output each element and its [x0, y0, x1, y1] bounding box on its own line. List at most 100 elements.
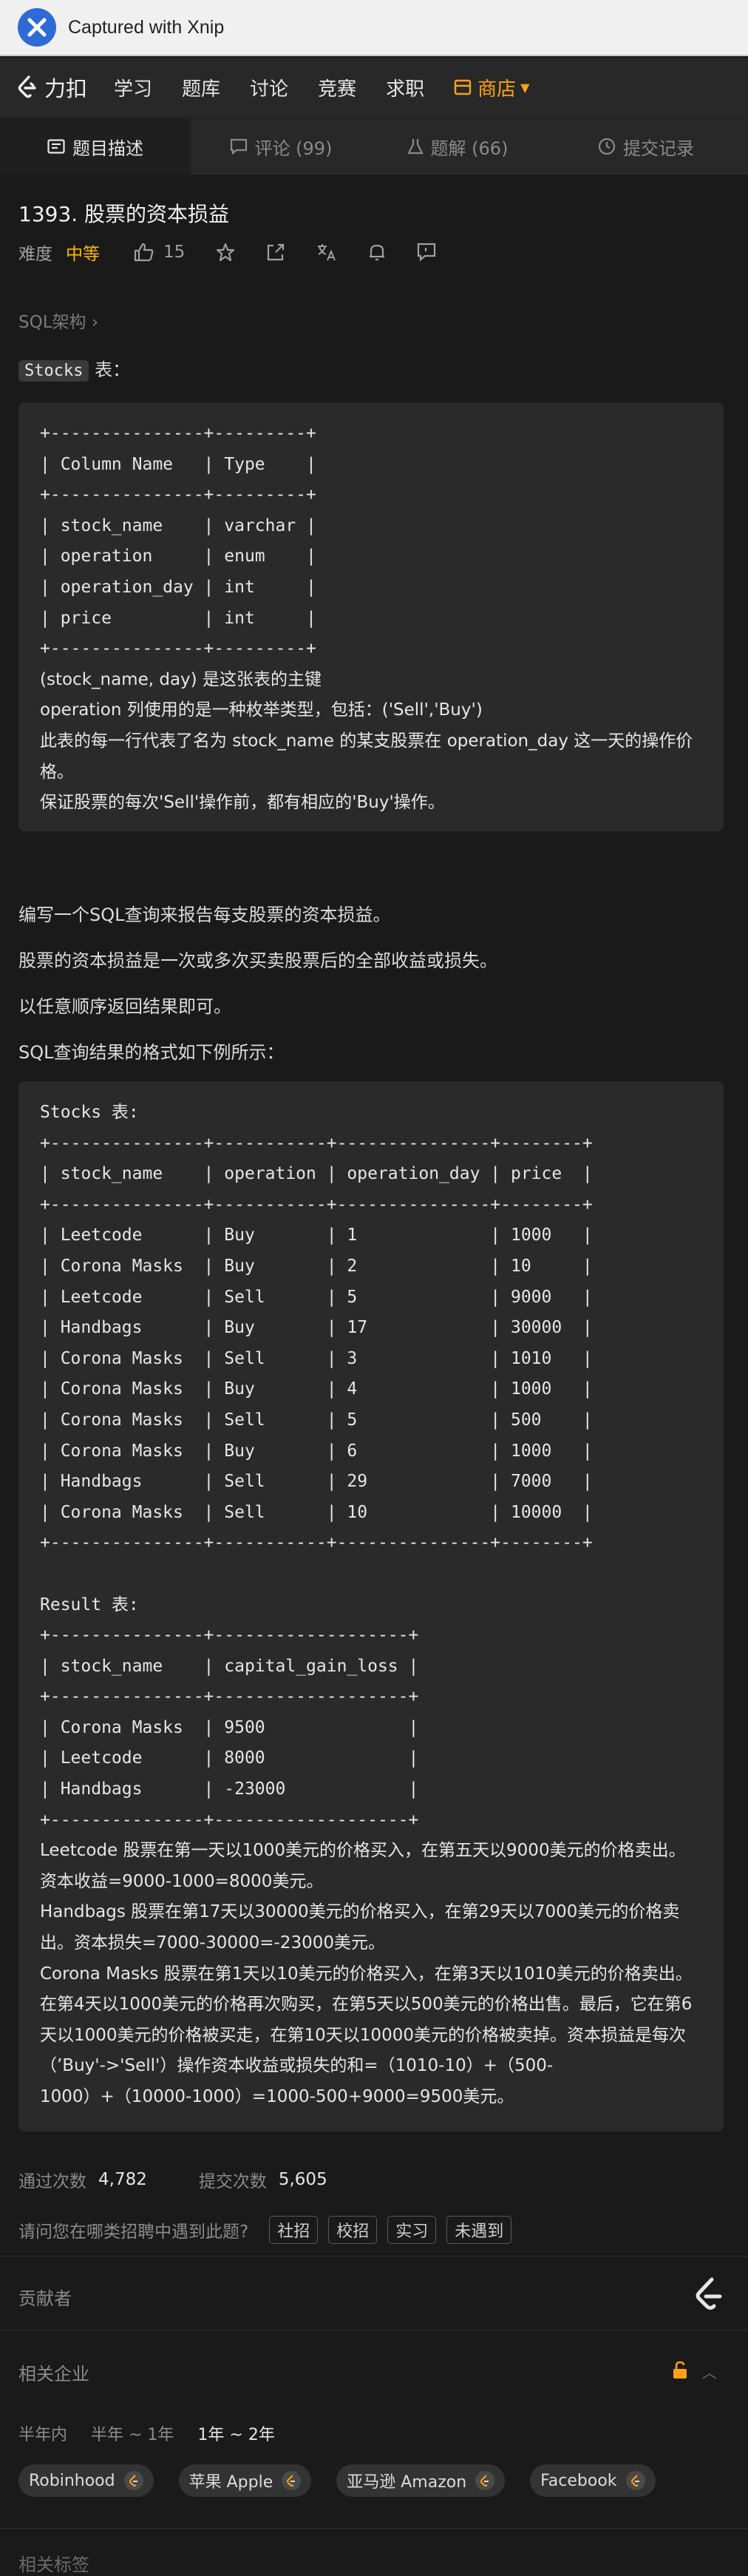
leetcode-small-icon	[123, 2471, 143, 2490]
tab-label: 提交记录	[623, 138, 694, 159]
problem-tabs: 题目描述 评论 (99) 题解 (66) 提交记录	[0, 117, 748, 175]
problem-title: 1393. 股票的资本损益	[18, 202, 230, 226]
table-intro-suffix: 表：	[89, 359, 131, 380]
problem-stats: 通过次数 4,782 提交次数 5,605	[18, 2167, 327, 2192]
example-note: Corona Masks 股票在第1天以10美元的价格买入，在第3天以1010美…	[40, 1964, 693, 2106]
breadcrumb[interactable]: SQL架构 ›	[18, 308, 98, 333]
contributor-avatar[interactable]	[692, 2276, 726, 2318]
example-note: Handbags 股票在第17天以30000美元的价格买入，在第29天以7000…	[40, 1902, 680, 1953]
tab-label: 题目描述	[72, 138, 143, 159]
like-count: 15	[163, 243, 186, 262]
tags-label: 相关标签	[18, 2555, 89, 2575]
description-icon	[47, 139, 65, 154]
divider	[0, 2528, 748, 2529]
xnip-logo-icon	[18, 8, 56, 47]
flask-icon	[407, 138, 424, 155]
company-list: Robinhood 苹果 Apple 亚马逊 Amazon Facebook	[18, 2464, 681, 2497]
window-titlebar: Captured with Xnip	[0, 0, 748, 56]
description-paragraph: 以任意顺序返回结果即可。	[18, 996, 231, 1017]
description-paragraph: SQL查询结果的格式如下例所示：	[18, 1042, 285, 1063]
brand-name: 力扣	[44, 76, 88, 101]
translate-button[interactable]	[316, 243, 337, 262]
chevron-down-icon: ▼	[520, 80, 530, 95]
period-filter: 半年内 半年 ~ 1年 1年 ~ 2年	[18, 2421, 299, 2445]
leetcode-logo-icon	[18, 75, 36, 98]
feedback-button[interactable]	[417, 243, 436, 262]
favorite-button[interactable]	[216, 243, 235, 262]
schema-note: operation 列使用的是一种枚举类型，包括：('Sell','Buy')	[40, 700, 483, 720]
period-option[interactable]: 半年 ~ 1年	[91, 2421, 174, 2445]
lock-icon[interactable]	[671, 2361, 689, 2384]
problem-meta: 难度 中等 15	[18, 240, 436, 265]
window-title: Captured with Xnip	[68, 16, 225, 38]
store-icon	[454, 79, 472, 95]
difficulty-label: 难度	[18, 245, 52, 264]
leetcode-small-icon	[475, 2471, 495, 2490]
tab-description[interactable]: 题目描述	[0, 118, 191, 175]
tab-comments[interactable]: 评论 (99)	[191, 118, 371, 175]
chevron-up-icon[interactable]: ︿	[702, 2361, 717, 2382]
comment-icon	[230, 138, 248, 155]
recruit-option-none[interactable]: 未遇到	[446, 2216, 512, 2244]
schema-table: +---------------+---------+ | Column Nam…	[40, 424, 316, 659]
company-tag[interactable]: Facebook	[530, 2464, 656, 2497]
recruit-option-intern[interactable]: 实习	[387, 2216, 437, 2244]
submitted-label: 提交次数	[198, 2172, 267, 2191]
contributors-label: 贡献者	[18, 2288, 72, 2309]
top-nav: 力扣 学习 题库 讨论 竞赛 求职 商店 ▼	[0, 58, 748, 117]
schema-note: 保证股票的每次'Sell'操作前，都有相应的'Buy'操作。	[40, 793, 445, 813]
example-block: Stocks 表: +---------------+-----------+-…	[18, 1081, 724, 2132]
leetcode-small-icon	[282, 2471, 302, 2490]
company-name: 亚马逊 Amazon	[347, 2473, 467, 2492]
companies-label: 相关企业	[18, 2364, 89, 2384]
nav-item-discuss[interactable]: 讨论	[250, 74, 288, 101]
share-button[interactable]	[266, 243, 285, 262]
leetcode-small-icon	[625, 2471, 645, 2490]
company-name: 苹果 Apple	[188, 2473, 273, 2492]
share-icon	[268, 243, 285, 261]
nav-item-store[interactable]: 商店 ▼	[454, 74, 529, 101]
schema-block: +---------------+---------+ | Column Nam…	[18, 402, 724, 831]
example-note: Leetcode 股票在第一天以1000美元的价格买入，在第五天以9000美元的…	[40, 1841, 686, 1891]
nav-item-jobs[interactable]: 求职	[386, 74, 424, 101]
period-option[interactable]: 半年内	[18, 2421, 67, 2445]
star-icon	[217, 243, 235, 262]
description-paragraph: 股票的资本损益是一次或多次买卖股票后的全部收益或损失。	[18, 950, 497, 971]
recruit-option-social[interactable]: 社招	[269, 2216, 319, 2244]
table-intro: Stocks 表：	[18, 355, 131, 382]
feedback-icon	[418, 243, 436, 262]
period-option-selected[interactable]: 1年 ~ 2年	[197, 2421, 274, 2445]
thumb-up-icon	[134, 243, 154, 262]
like-button[interactable]: 15	[134, 243, 185, 262]
recruit-question: 请问您在哪类招聘中遇到此题? 社招 校招 实习 未遇到	[18, 2216, 512, 2244]
company-tag[interactable]: Robinhood	[18, 2464, 154, 2497]
tab-label: 题解 (66)	[430, 138, 509, 159]
difficulty-badge: 中等	[66, 245, 100, 264]
tab-submissions[interactable]: 提交记录	[544, 118, 748, 175]
translate-icon	[318, 244, 336, 261]
table-name-code: Stocks	[18, 360, 89, 382]
nav-item-problems[interactable]: 题库	[182, 74, 220, 101]
nav-item-learn[interactable]: 学习	[114, 74, 152, 101]
recruit-option-campus[interactable]: 校招	[328, 2216, 378, 2244]
clock-icon	[598, 138, 616, 155]
nav-item-contest[interactable]: 竞赛	[318, 74, 356, 101]
description-paragraph: 编写一个SQL查询来报告每支股票的资本损益。	[18, 905, 391, 925]
schema-note: 此表的每一行代表了名为 stock_name 的某支股票在 operation_…	[40, 731, 693, 782]
company-name: Facebook	[540, 2471, 617, 2490]
passed-count: 4,782	[98, 2170, 147, 2189]
leetcode-logo[interactable]: 力扣	[16, 72, 87, 103]
submitted-count: 5,605	[278, 2170, 327, 2189]
tab-label: 评论 (99)	[254, 138, 333, 159]
company-tag[interactable]: 苹果 Apple	[178, 2464, 312, 2497]
notify-button[interactable]	[368, 243, 386, 262]
bell-icon	[370, 244, 385, 261]
company-name: Robinhood	[29, 2471, 115, 2490]
tab-solutions[interactable]: 题解 (66)	[371, 118, 544, 175]
leetcode-avatar-icon	[696, 2277, 722, 2310]
company-tag[interactable]: 亚马逊 Amazon	[336, 2464, 506, 2497]
store-label: 商店	[477, 78, 517, 101]
example-tables: Stocks 表: +---------------+-----------+-…	[40, 1103, 593, 1830]
recruit-question-text: 请问您在哪类招聘中遇到此题?	[18, 2222, 249, 2242]
schema-note: (stock_name, day) 是这张表的主键	[40, 669, 322, 689]
